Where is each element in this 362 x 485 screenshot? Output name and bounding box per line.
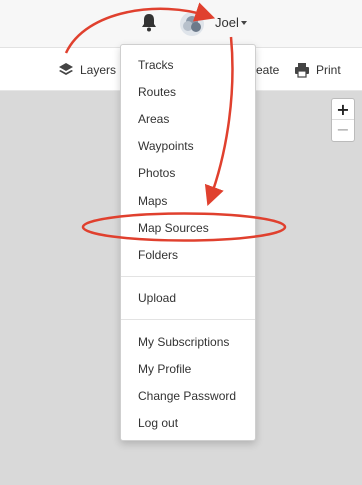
zoom-in-button[interactable]: + bbox=[332, 99, 354, 120]
layers-label: Layers bbox=[80, 62, 117, 77]
menu-item-my-subscriptions[interactable]: My Subscriptions bbox=[121, 330, 255, 354]
menu-item-areas[interactable]: Areas bbox=[121, 107, 255, 131]
layers-icon bbox=[59, 62, 73, 75]
menu-item-waypoints[interactable]: Waypoints bbox=[121, 134, 255, 158]
top-navbar: Joel bbox=[0, 0, 362, 48]
menu-item-upload[interactable]: Upload bbox=[121, 286, 255, 310]
zoom-out-button[interactable]: − bbox=[332, 120, 354, 141]
menu-divider bbox=[121, 276, 255, 277]
menu-item-maps[interactable]: Maps bbox=[121, 189, 255, 213]
printer-icon bbox=[295, 62, 309, 78]
caret-down-icon[interactable] bbox=[241, 21, 247, 25]
zoom-control: + − bbox=[331, 98, 355, 142]
user-name[interactable]: Joel bbox=[215, 15, 239, 30]
menu-item-photos[interactable]: Photos bbox=[121, 161, 255, 185]
menu-divider bbox=[121, 319, 255, 320]
layers-button[interactable]: Layers bbox=[58, 48, 116, 91]
user-avatar-icon bbox=[180, 12, 204, 36]
print-button[interactable]: Print bbox=[294, 48, 341, 91]
create-button[interactable]: eate bbox=[256, 48, 279, 91]
menu-item-routes[interactable]: Routes bbox=[121, 80, 255, 104]
avatar[interactable] bbox=[180, 12, 204, 36]
bell-icon[interactable] bbox=[140, 12, 158, 32]
menu-item-tracks[interactable]: Tracks bbox=[121, 53, 255, 77]
user-dropdown-menu: Tracks Routes Areas Waypoints Photos Map… bbox=[120, 44, 256, 441]
menu-item-change-password[interactable]: Change Password bbox=[121, 384, 255, 408]
print-label: Print bbox=[316, 62, 341, 77]
menu-item-map-sources[interactable]: Map Sources bbox=[121, 216, 255, 240]
menu-item-my-profile[interactable]: My Profile bbox=[121, 357, 255, 381]
menu-item-folders[interactable]: Folders bbox=[121, 243, 255, 267]
menu-item-log-out[interactable]: Log out bbox=[121, 411, 255, 435]
create-label: eate bbox=[256, 62, 280, 77]
